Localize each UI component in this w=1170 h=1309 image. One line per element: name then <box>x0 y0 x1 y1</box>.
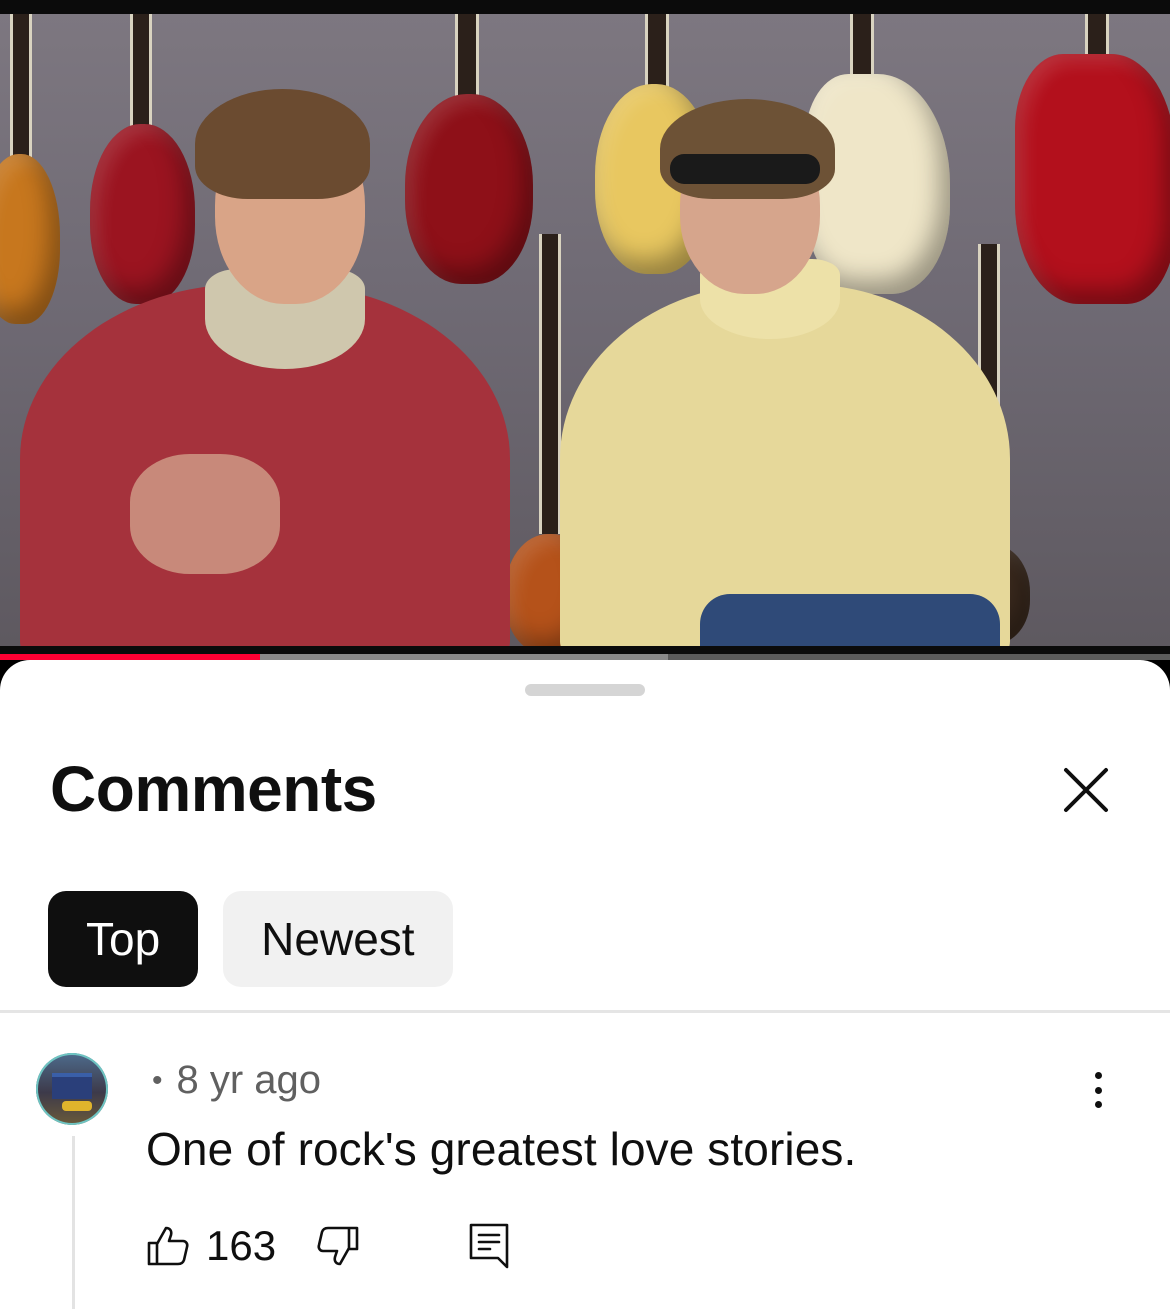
sheet-title: Comments <box>50 753 377 825</box>
more-options-button[interactable] <box>1080 1066 1116 1114</box>
thumbs-up-icon <box>147 1226 189 1266</box>
thread-line <box>72 1136 75 1309</box>
chip-top[interactable]: Top <box>48 891 199 987</box>
meta-separator: • <box>152 1063 163 1097</box>
video-frame <box>0 14 1170 646</box>
close-icon <box>1064 768 1108 812</box>
reply-button[interactable] <box>468 1222 510 1270</box>
divider <box>0 1010 1170 1013</box>
like-count: 163 <box>206 1222 277 1269</box>
guitar-illustration <box>1015 14 1170 314</box>
comment-actions: 163 <box>146 1222 510 1270</box>
filter-chips: Top Newest <box>48 891 453 987</box>
chip-newest[interactable]: Newest <box>223 891 453 987</box>
comment-time: 8 yr ago <box>176 1058 322 1102</box>
reply-icon <box>469 1223 509 1269</box>
person-left-illustration <box>0 74 520 646</box>
comments-sheet: Comments Top Newest • 8 yr ago One of ro… <box>0 660 1170 1309</box>
like-button[interactable]: 163 <box>146 1222 276 1270</box>
comment-meta: • 8 yr ago <box>152 1058 321 1103</box>
person-right-illustration <box>560 84 1020 646</box>
video-player[interactable] <box>0 0 1170 660</box>
dislike-button[interactable] <box>316 1224 360 1268</box>
comment-text: One of rock's greatest love stories. <box>146 1123 857 1175</box>
more-vertical-icon <box>1094 1072 1102 1079</box>
thumbs-down-icon <box>317 1226 359 1266</box>
drag-handle[interactable] <box>525 684 645 696</box>
close-button[interactable] <box>1056 760 1116 820</box>
avatar[interactable] <box>36 1053 108 1125</box>
